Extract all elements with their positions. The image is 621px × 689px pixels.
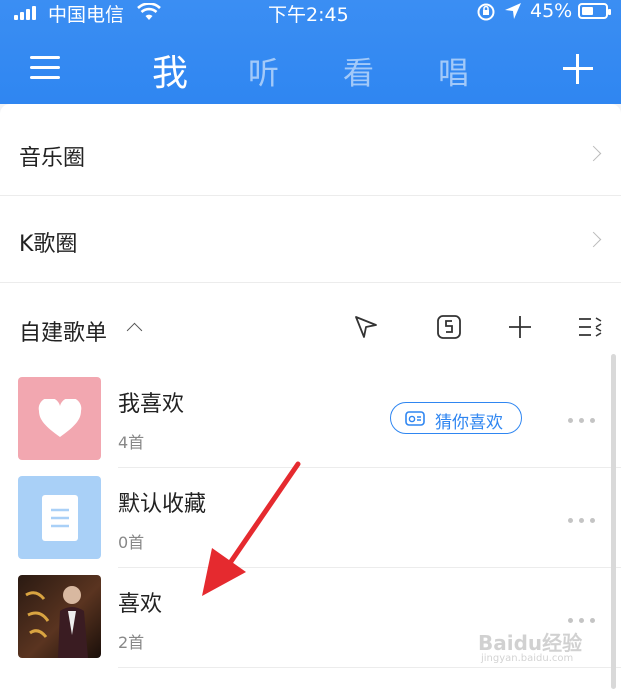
playlist-count: 0首 [118,533,145,552]
guess-you-like-button[interactable]: 猜你喜欢 [390,402,522,434]
watermark-text: Baidu经验 [478,631,583,655]
content-sheet: 音乐圈 K歌圈 自建歌单 我喜欢 4首 猜你喜欢 默认收藏 0首 喜欢 2首 [0,104,621,689]
battery-icon [578,3,611,19]
album-cover [18,575,101,658]
orientation-lock-icon [477,3,495,21]
album-art-image [25,586,88,658]
chevron-right-icon [585,145,602,162]
app-header: 中国电信 下午2:45 45% 我 听 看 唱 [0,0,621,104]
status-time: 下午2:45 [268,4,349,26]
battery-percent: 45% [530,0,573,22]
divider [118,667,621,668]
collapse-icon[interactable] [126,322,143,339]
divider [0,282,621,283]
signal-icon [14,6,42,20]
section-title[interactable]: 自建歌单 [19,315,107,347]
playlist-title: 我喜欢 [118,392,185,417]
radio-icon [405,411,425,426]
document-icon [42,495,78,541]
heart-icon [38,399,82,437]
playlist-count: 4首 [118,433,145,452]
watermark-subtext: jingyan.baidu.com [481,653,574,664]
top-nav: 我 听 看 唱 [0,44,621,98]
scrollbar[interactable] [611,354,616,689]
document-cover [18,476,101,559]
location-icon [505,3,521,19]
guess-you-like-label: 猜你喜欢 [435,413,503,433]
menu-icon[interactable] [30,54,60,80]
tab-watch[interactable]: 看 [343,48,374,93]
k-song-circle-label: K歌圈 [19,232,78,257]
plus-icon[interactable] [563,54,593,84]
playlist-item[interactable]: 默认收藏 0首 [0,468,621,568]
playlist-count: 2首 [118,633,145,652]
tab-listen[interactable]: 听 [248,48,279,93]
k-song-circle-row[interactable]: K歌圈 [0,196,621,282]
manage-icon[interactable] [577,313,605,341]
carrier-name: 中国电信 [48,4,125,26]
more-icon[interactable] [568,618,596,624]
more-icon[interactable] [568,518,596,524]
music-circle-row[interactable]: 音乐圈 [0,104,621,194]
status-bar: 中国电信 下午2:45 45% [0,0,621,26]
music-circle-label: 音乐圈 [19,146,86,171]
add-icon[interactable] [506,313,534,341]
wifi-icon [137,3,161,20]
playlist-title: 喜欢 [118,592,163,617]
more-icon[interactable] [568,418,596,424]
heart-cover [18,377,101,460]
share-icon[interactable] [352,313,380,341]
chevron-right-icon [585,231,602,248]
playlist-title: 默认收藏 [118,492,207,517]
playlist-item[interactable]: 我喜欢 4首 [0,368,621,468]
import-icon[interactable] [435,313,463,341]
tab-me[interactable]: 我 [152,44,188,96]
tab-sing[interactable]: 唱 [438,48,469,93]
